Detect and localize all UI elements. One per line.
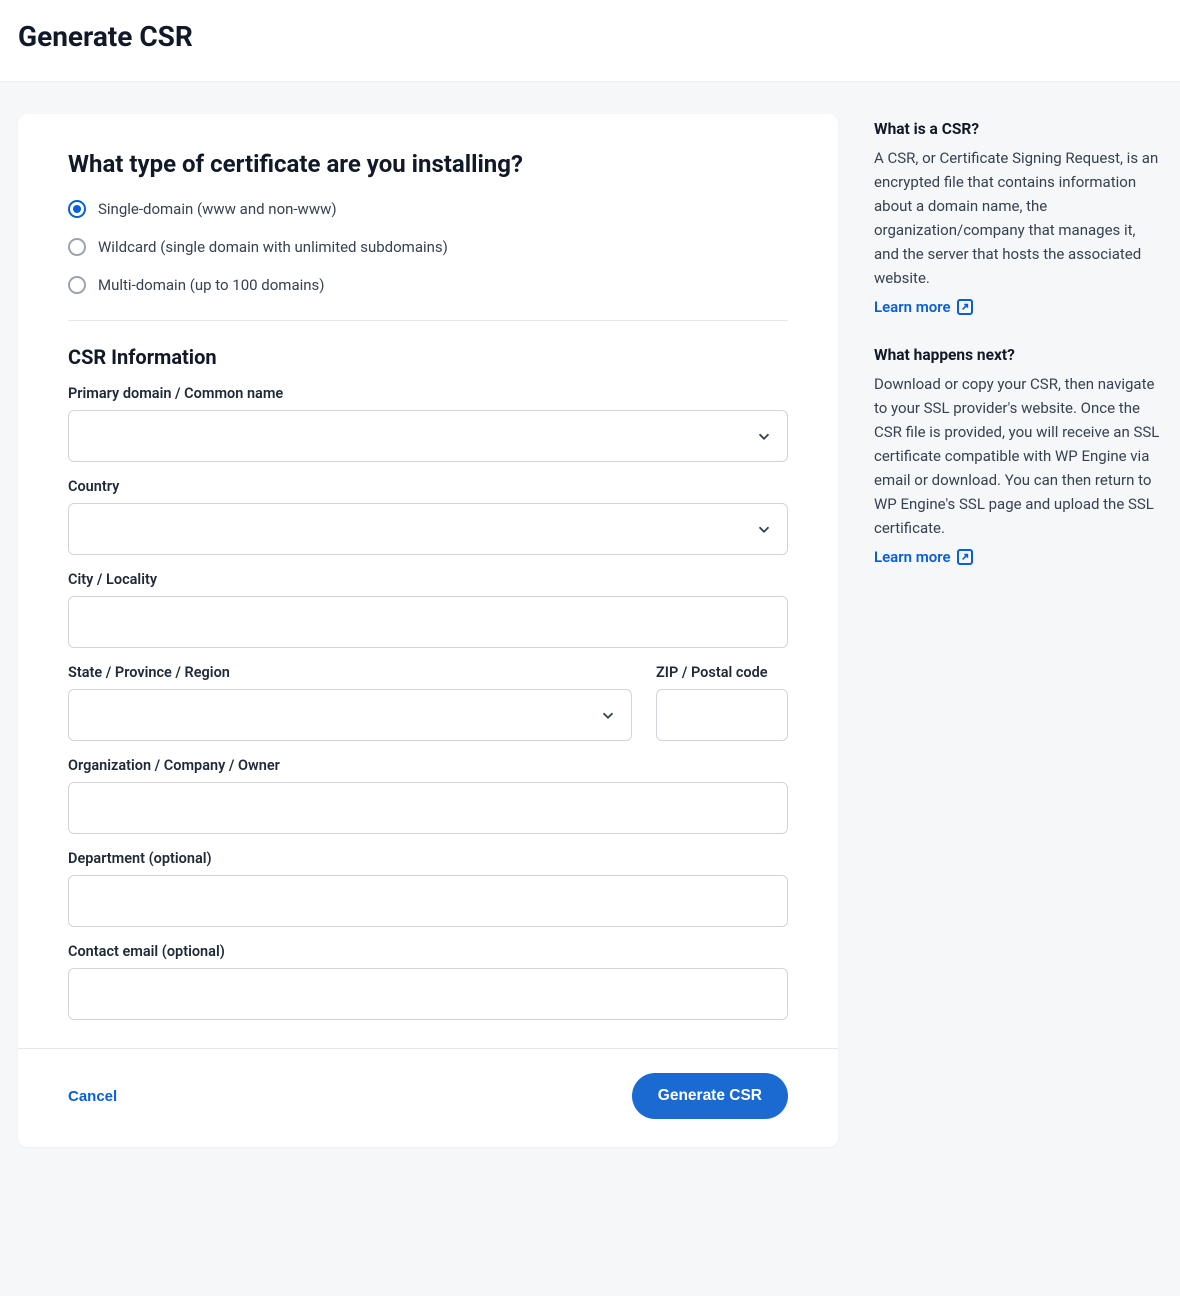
chevron-down-icon — [599, 706, 617, 724]
form-body: What type of certificate are you install… — [18, 114, 838, 1048]
side-title: What happens next? — [874, 346, 1162, 364]
certificate-type-question: What type of certificate are you install… — [68, 150, 788, 178]
state-col: State / Province / Region — [68, 648, 632, 741]
page-header: Generate CSR — [0, 0, 1180, 82]
learn-more-next-link[interactable]: Learn more — [874, 548, 973, 566]
state-select[interactable] — [68, 689, 632, 741]
cert-type-multi-domain[interactable]: Multi-domain (up to 100 domains) — [68, 276, 788, 294]
state-label: State / Province / Region — [68, 664, 632, 681]
radio-icon — [68, 276, 86, 294]
organization-label: Organization / Company / Owner — [68, 757, 788, 774]
radio-icon — [68, 238, 86, 256]
radio-label: Multi-domain (up to 100 domains) — [98, 276, 325, 294]
department-input[interactable] — [68, 875, 788, 927]
cancel-button[interactable]: Cancel — [68, 1088, 117, 1105]
side-text: A CSR, or Certificate Signing Request, i… — [874, 146, 1162, 290]
learn-more-csr-link[interactable]: Learn more — [874, 298, 973, 316]
zip-col: ZIP / Postal code — [656, 648, 788, 741]
chevron-down-icon — [755, 520, 773, 538]
radio-label: Wildcard (single domain with unlimited s… — [98, 238, 448, 256]
page-body: What type of certificate are you install… — [0, 82, 1180, 1171]
organization-input[interactable] — [68, 782, 788, 834]
city-input[interactable] — [68, 596, 788, 648]
cert-type-single-domain[interactable]: Single-domain (www and non-www) — [68, 200, 788, 218]
email-label: Contact email (optional) — [68, 943, 788, 960]
link-label: Learn more — [874, 298, 951, 316]
side-title: What is a CSR? — [874, 120, 1162, 138]
link-label: Learn more — [874, 548, 951, 566]
what-next-block: What happens next? Download or copy your… — [874, 346, 1162, 566]
external-link-icon — [957, 549, 973, 565]
form-card: What type of certificate are you install… — [18, 114, 838, 1147]
country-select[interactable] — [68, 503, 788, 555]
csr-info-title: CSR Information — [68, 345, 788, 369]
chevron-down-icon — [755, 427, 773, 445]
generate-csr-button[interactable]: Generate CSR — [632, 1073, 788, 1119]
state-zip-row: State / Province / Region ZIP / Postal c… — [68, 648, 788, 741]
zip-input[interactable] — [656, 689, 788, 741]
email-input[interactable] — [68, 968, 788, 1020]
side-text: Download or copy your CSR, then navigate… — [874, 372, 1162, 540]
radio-label: Single-domain (www and non-www) — [98, 200, 337, 218]
primary-domain-select[interactable] — [68, 410, 788, 462]
country-label: Country — [68, 478, 788, 495]
certificate-type-group: Single-domain (www and non-www) Wildcard… — [68, 200, 788, 321]
department-label: Department (optional) — [68, 850, 788, 867]
form-footer: Cancel Generate CSR — [18, 1048, 838, 1147]
cert-type-wildcard[interactable]: Wildcard (single domain with unlimited s… — [68, 238, 788, 256]
zip-label: ZIP / Postal code — [656, 664, 788, 681]
external-link-icon — [957, 299, 973, 315]
page-title: Generate CSR — [18, 20, 1162, 53]
city-label: City / Locality — [68, 571, 788, 588]
primary-domain-label: Primary domain / Common name — [68, 385, 788, 402]
radio-icon — [68, 200, 86, 218]
what-is-csr-block: What is a CSR? A CSR, or Certificate Sig… — [874, 120, 1162, 316]
info-sidebar: What is a CSR? A CSR, or Certificate Sig… — [874, 114, 1162, 1147]
